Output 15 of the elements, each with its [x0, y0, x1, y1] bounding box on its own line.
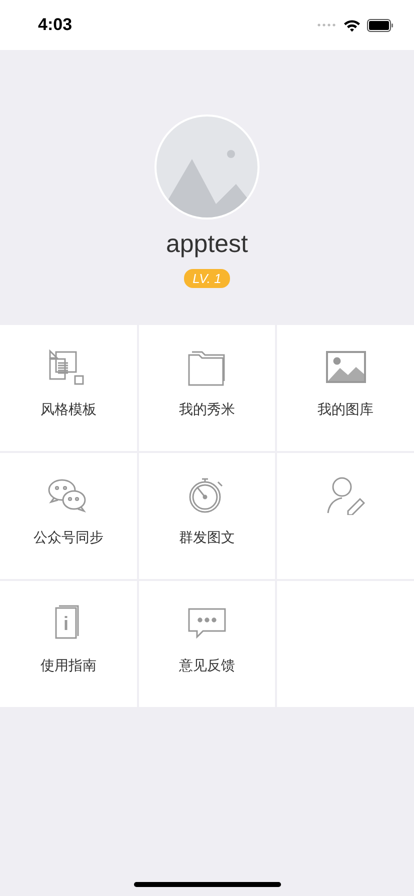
- menu-tile[interactable]: 我的秀米: [138, 325, 276, 451]
- signal-icon: [317, 23, 337, 27]
- avatar-placeholder-icon[interactable]: [154, 114, 260, 220]
- username: apptest: [166, 230, 248, 259]
- menu-tile[interactable]: 群发图文: [138, 453, 276, 579]
- menu-tile[interactable]: 意见反馈: [138, 581, 276, 707]
- battery-icon: [367, 18, 394, 32]
- wifi-icon: [343, 18, 361, 32]
- menu-tile[interactable]: [277, 453, 414, 579]
- menu-tile[interactable]: 风格模板: [0, 325, 137, 451]
- level-badge: LV. 1: [184, 269, 230, 288]
- menu-tile[interactable]: 公众号同步: [0, 453, 137, 579]
- menu-tile[interactable]: 使用指南: [0, 581, 137, 707]
- menu-tile[interactable]: 我的图库: [277, 325, 414, 451]
- status-time: 4:03: [38, 15, 72, 35]
